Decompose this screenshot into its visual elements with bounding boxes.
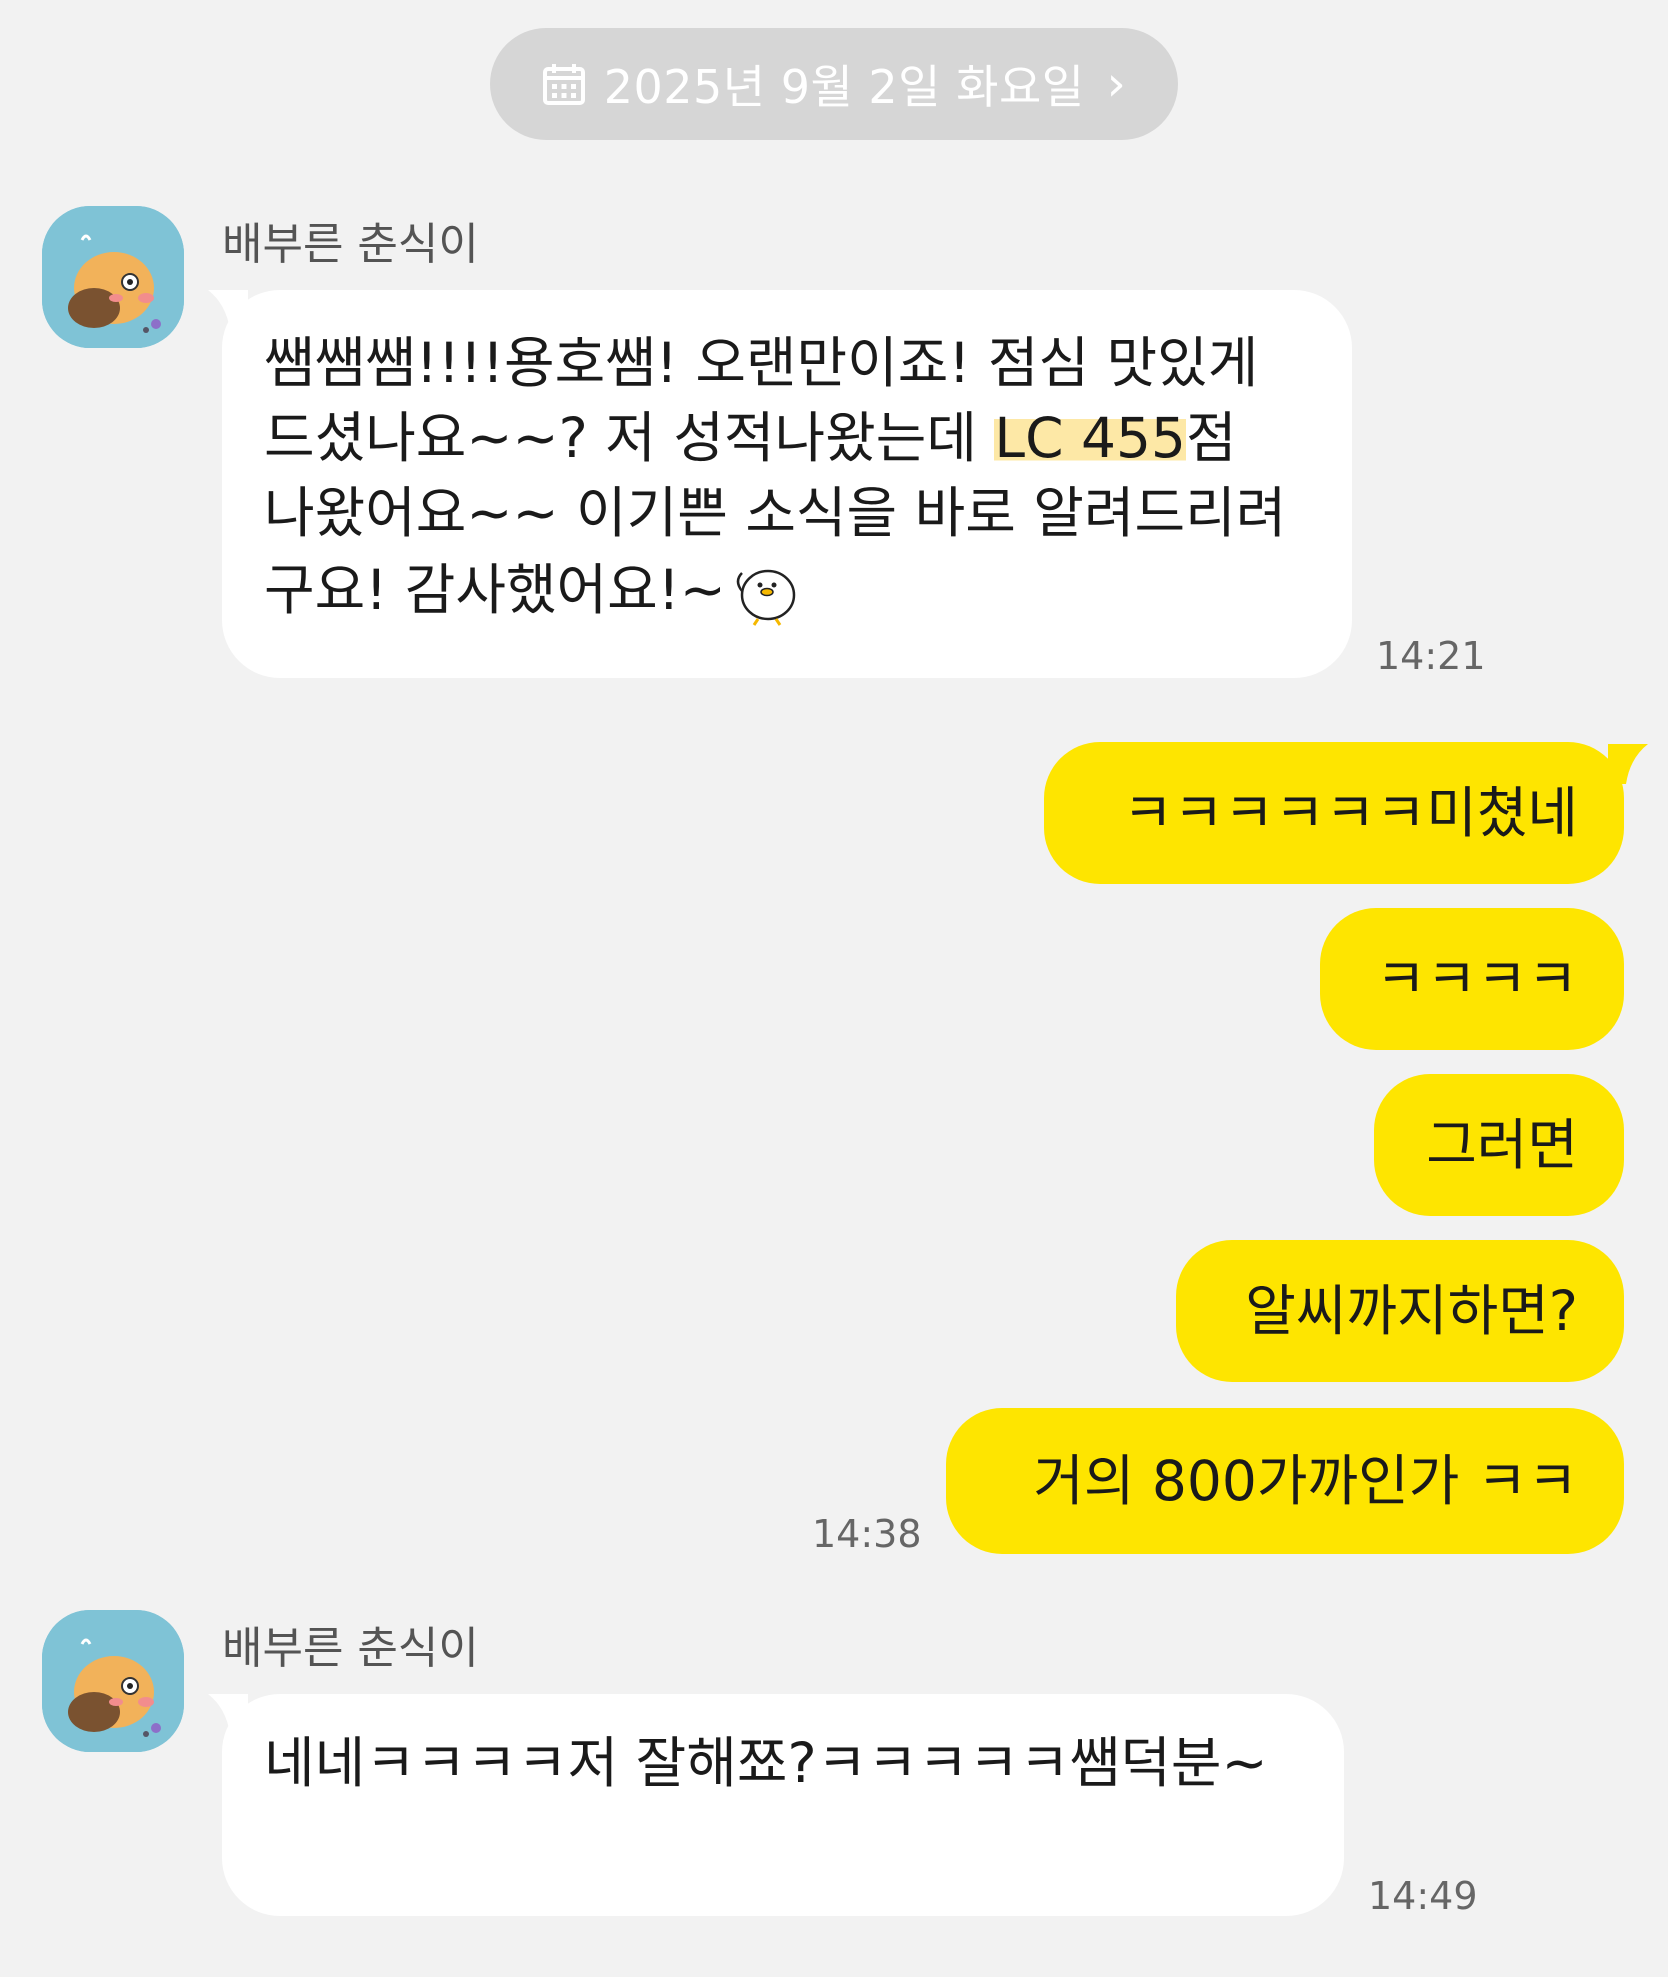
message-time: 14:21: [1376, 634, 1486, 678]
message-bubble-incoming[interactable]: 쌤쌤쌤!!!!용호쌤! 오랜만이죠! 점심 맛있게 드셨나요~~? 저 성적나왔…: [222, 290, 1352, 678]
message-text: 쌤쌤쌤!!!!용호쌤! 오랜만이죠! 점심 맛있게 드셨나요~~? 저 성적나왔…: [264, 326, 1304, 628]
duck-emoticon-icon: [736, 569, 796, 626]
calendar-icon: [542, 64, 585, 105]
chunsik-avatar-icon: [42, 1610, 184, 1752]
sender-name: 배부른 춘식이: [222, 219, 479, 270]
message-bubble-outgoing[interactable]: ㅋㅋㅋㅋㅋㅋ미쳤네: [1044, 742, 1624, 884]
avatar[interactable]: [42, 206, 184, 348]
message-text: ㅋㅋㅋㅋㅋㅋ미쳤네: [1122, 780, 1578, 845]
date-label: 2025년 9월 2일 화요일: [603, 60, 1085, 114]
message-text: ㅋㅋㅋㅋ: [1375, 946, 1578, 1011]
chat-room: 2025년 9월 2일 화요일 › 배부른 춘식이 쌤쌤쌤!!!!용호쌤! 오랜…: [0, 0, 1668, 1977]
message-time: 14:49: [1368, 1874, 1478, 1918]
message-text: 알씨까지하면?: [1245, 1278, 1578, 1343]
date-divider-button[interactable]: 2025년 9월 2일 화요일 ›: [490, 28, 1178, 140]
highlighted-score: LC 455: [994, 406, 1186, 470]
message-bubble-outgoing[interactable]: 알씨까지하면?: [1176, 1240, 1624, 1382]
chunsik-avatar-icon: [42, 206, 184, 348]
message-bubble-incoming[interactable]: 네네ㅋㅋㅋㅋ저 잘해쬬?ㅋㅋㅋㅋㅋ쌤덕분~: [222, 1694, 1344, 1916]
message-bubble-outgoing[interactable]: 그러면: [1374, 1074, 1624, 1216]
message-bubble-outgoing[interactable]: 거의 800가까인가 ㅋㅋ: [946, 1408, 1624, 1554]
message-text: 거의 800가까인가 ㅋㅋ: [1033, 1448, 1578, 1513]
message-bubble-outgoing[interactable]: ㅋㅋㅋㅋ: [1320, 908, 1624, 1050]
avatar[interactable]: [42, 1610, 184, 1752]
message-text: 그러면: [1426, 1112, 1578, 1177]
message-time: 14:38: [812, 1512, 922, 1556]
sender-name: 배부른 춘식이: [222, 1623, 479, 1674]
message-text: 네네ㅋㅋㅋㅋ저 잘해쬬?ㅋㅋㅋㅋㅋ쌤덕분~: [264, 1731, 1268, 1795]
chevron-right-icon: ›: [1106, 56, 1127, 112]
